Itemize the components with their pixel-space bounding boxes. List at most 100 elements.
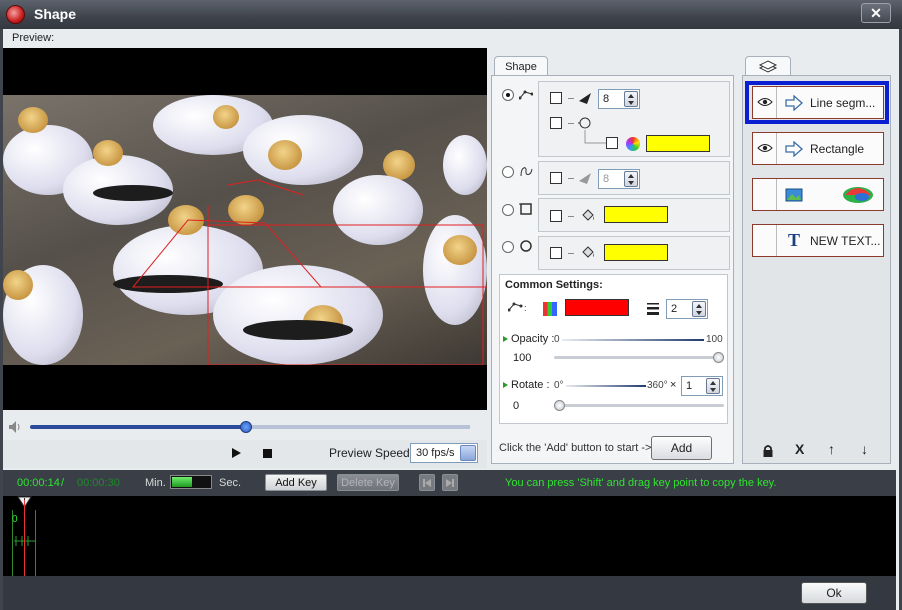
rotate-multiplier-spinner[interactable]	[706, 378, 720, 394]
volume-icon[interactable]	[9, 421, 23, 433]
app-icon	[6, 5, 25, 24]
rectangle-fill-color-swatch[interactable]	[604, 206, 668, 223]
line-arrow-checkbox[interactable]	[550, 92, 562, 104]
radio-rectangle[interactable]	[502, 204, 514, 216]
footer-bar	[3, 576, 896, 610]
opacity-slider-track[interactable]	[554, 356, 722, 359]
radio-curve[interactable]	[502, 166, 514, 178]
total-time: 00:00:30	[77, 477, 120, 489]
zoom-slider-fill	[172, 477, 192, 487]
opacity-label: Opacity :	[511, 333, 555, 345]
line-color-swatch[interactable]	[565, 299, 629, 316]
object-item-rectangle[interactable]: Rectangle	[752, 132, 884, 165]
close-button[interactable]: ✕	[861, 3, 891, 23]
timeline-track[interactable]	[3, 496, 896, 576]
line-fill-color-swatch[interactable]	[646, 135, 710, 152]
time-separator: /	[61, 477, 65, 489]
paint-bucket-icon	[582, 209, 594, 221]
radio-ellipse[interactable]	[502, 241, 514, 253]
preview-speed-label: Preview Speed:	[329, 446, 414, 460]
rotate-slider-thumb[interactable]	[554, 400, 565, 411]
rotate-slider-track[interactable]	[554, 404, 724, 407]
object-item-image[interactable]	[752, 178, 884, 211]
timeline-hint: You can press 'Shift' and drag key point…	[505, 477, 777, 489]
object-item-label: NEW TEXT...	[810, 234, 881, 248]
line-style-icon: :	[508, 302, 527, 313]
move-down-button[interactable]: ↓	[861, 441, 868, 457]
line-node-checkbox[interactable]	[550, 117, 562, 129]
rotate-label: Rotate :	[511, 379, 550, 391]
ellipse-icon	[520, 240, 532, 252]
arrow-right-icon	[785, 141, 803, 157]
curve-arrow-checkbox[interactable]	[550, 172, 562, 184]
rectangle-icon	[519, 203, 532, 215]
track-start-label: 0	[12, 514, 18, 525]
expand-arrow-icon	[503, 336, 508, 342]
playback-progress-thumb[interactable]	[239, 421, 252, 433]
curve-arrow-size-spinner[interactable]	[624, 171, 638, 187]
rotate-multiplier-sign: ×	[670, 379, 677, 391]
video-frame[interactable]	[3, 95, 487, 365]
shape-overlay[interactable]	[3, 95, 487, 365]
add-key-button[interactable]: Add Key	[265, 474, 327, 491]
delete-key-button[interactable]: Delete Key	[337, 474, 399, 491]
opacity-max: 100	[706, 334, 723, 345]
curve-icon	[520, 167, 533, 177]
expand-arrow-icon	[503, 382, 508, 388]
ellipse-fill-color-swatch[interactable]	[604, 244, 668, 261]
ok-button[interactable]: Ok	[801, 582, 867, 604]
tick-marks	[14, 536, 36, 546]
move-up-button[interactable]: ↑	[828, 441, 835, 457]
prev-key-button[interactable]	[419, 474, 435, 491]
rotate-value: 0	[513, 400, 520, 412]
layers-icon	[758, 60, 778, 73]
preview-label: Preview:	[12, 32, 55, 44]
window-title: Shape	[34, 6, 77, 22]
ellipse-fill-checkbox[interactable]	[550, 247, 562, 259]
eye-icon[interactable]	[757, 143, 773, 153]
line-width-icon	[647, 303, 659, 315]
line-color-icon	[543, 302, 557, 316]
lock-icon[interactable]	[762, 444, 774, 457]
line-width-spinner[interactable]	[692, 301, 706, 317]
add-button[interactable]: Add	[651, 436, 712, 460]
color-wheel-icon	[626, 137, 640, 151]
skip-back-icon	[423, 478, 431, 487]
tab-objects[interactable]	[745, 56, 791, 76]
arrow-head-icon	[579, 93, 591, 104]
title-bar	[0, 0, 902, 29]
rotate-min: 0°	[554, 380, 564, 391]
svg-text::: :	[524, 303, 527, 313]
play-icon[interactable]	[232, 448, 241, 458]
line-fill-checkbox[interactable]	[606, 137, 618, 149]
rectangle-fill-checkbox[interactable]	[550, 210, 562, 222]
common-settings-label: Common Settings:	[505, 279, 603, 291]
add-hint: Click the 'Add' button to start ->	[499, 442, 652, 454]
line-segment-icon	[519, 90, 533, 100]
object-selection-highlight	[745, 81, 889, 124]
colorful-shape-icon	[843, 187, 873, 203]
image-icon	[785, 188, 803, 202]
rotate-gradient	[566, 385, 646, 387]
min-label: Min.	[145, 477, 166, 489]
paint-bucket-icon	[582, 246, 594, 258]
chevron-down-icon[interactable]	[460, 445, 476, 461]
sec-label: Sec.	[219, 477, 242, 489]
opacity-slider-thumb[interactable]	[713, 352, 724, 363]
tab-shape[interactable]: Shape	[494, 56, 548, 76]
delete-object-button[interactable]: X	[795, 441, 804, 457]
line-arrow-size-spinner[interactable]	[624, 91, 638, 107]
rotate-max: 360°	[647, 380, 668, 391]
opacity-gradient	[562, 339, 704, 341]
opacity-value: 100	[513, 352, 532, 364]
playhead[interactable]	[24, 500, 25, 576]
common-settings-panel	[499, 274, 728, 424]
stop-icon[interactable]	[263, 449, 272, 458]
skip-forward-icon	[446, 478, 454, 487]
current-time: 00:00:14	[17, 477, 60, 489]
node-circle-icon	[578, 117, 591, 129]
radio-line-segment[interactable]	[502, 89, 514, 101]
object-item-label: Rectangle	[810, 142, 865, 156]
next-key-button[interactable]	[442, 474, 458, 491]
object-item-text[interactable]: T NEW TEXT...	[752, 224, 884, 257]
